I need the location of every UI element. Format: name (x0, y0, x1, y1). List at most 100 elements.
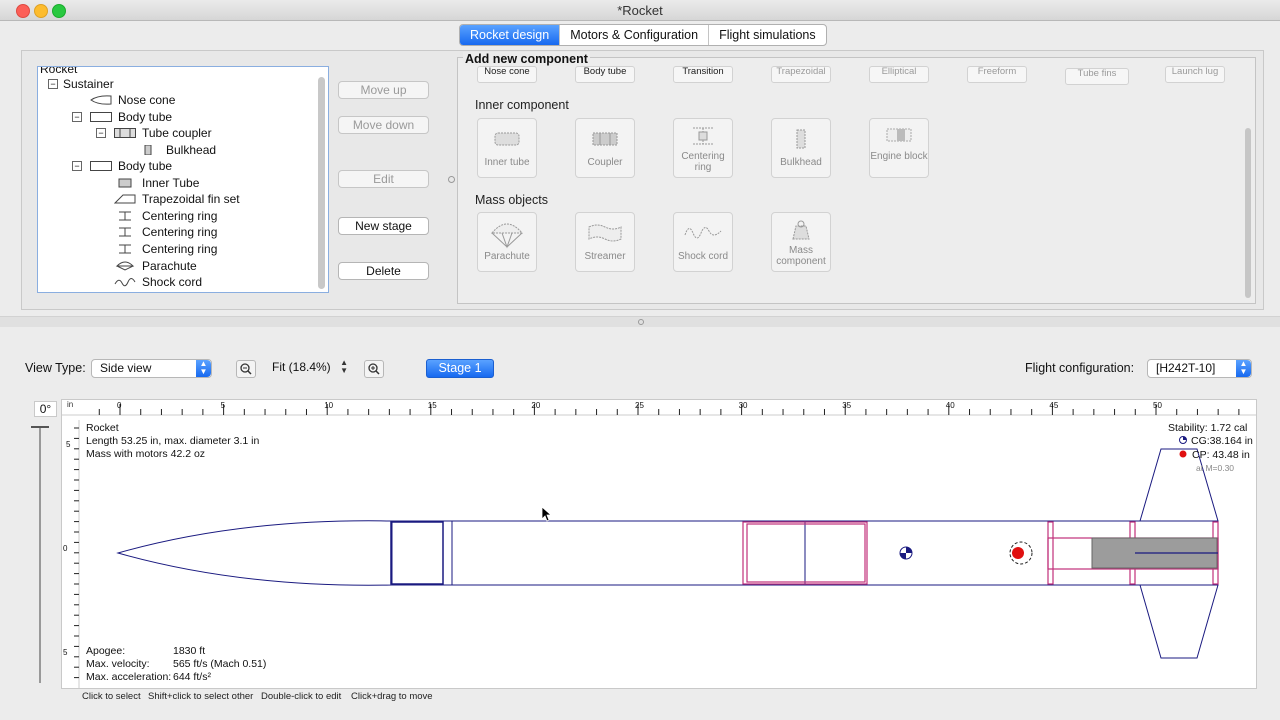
rocket-length: Length 53.25 in, max. diameter 3.1 in (86, 435, 260, 447)
edit-button[interactable]: Edit (338, 170, 429, 188)
freeform-fins-button[interactable]: Freeform (967, 66, 1027, 83)
collapse-icon[interactable]: − (72, 161, 82, 171)
tree-item-tube-coupler[interactable]: − Tube coupler (96, 125, 212, 141)
rotation-value: 0° (34, 401, 57, 417)
ruler-tick-label: 30 (738, 401, 748, 410)
tube-coupler-shape (390, 521, 444, 585)
cg-value: CG:38.164 in (1191, 435, 1253, 447)
rotation-slider-thumb[interactable] (31, 426, 49, 428)
tree-item-shock-cord[interactable]: Shock cord (114, 274, 202, 290)
inner-tube-button[interactable]: Inner tube (477, 118, 537, 178)
hint-click-select: Click to select (82, 691, 141, 702)
mass-weight-icon (792, 220, 810, 240)
tab-rocket-design[interactable]: Rocket design (460, 25, 561, 45)
ruler-unit: in (67, 400, 74, 409)
parachute-button[interactable]: Parachute (477, 212, 537, 272)
nose-cone-button[interactable]: Nose cone (477, 66, 537, 83)
delete-button[interactable]: Delete (338, 262, 429, 280)
top-ruler (62, 404, 1256, 416)
tab-motors-configuration[interactable]: Motors & Configuration (560, 25, 710, 45)
mouse-pointer-icon (541, 506, 553, 522)
component-panel-scrollbar[interactable] (1245, 128, 1251, 298)
tree-scrollbar[interactable] (318, 77, 325, 289)
tree-item-trapezoidal-fin-set[interactable]: Trapezoidal fin set (114, 191, 240, 207)
streamer-button[interactable]: Streamer (575, 212, 635, 272)
zoom-select[interactable]: Fit (18.4%) ▲ ▼ (268, 359, 348, 376)
tree-item-parachute[interactable]: Parachute (114, 258, 197, 274)
ruler-tick-label: 50 (1153, 401, 1162, 410)
centering-ring-icon (693, 127, 713, 145)
legend-icons (1179, 436, 1187, 458)
divider-handle[interactable] (448, 176, 455, 183)
ruler-tick-label: 45 (1049, 401, 1059, 410)
tree-item-nose-cone[interactable]: Nose cone (90, 92, 175, 108)
rocket-figure-canvas[interactable]: in 051015202530354045505 5 0 5 Rocket Le… (61, 399, 1257, 689)
engine-block-icon (886, 128, 912, 142)
stage-1-toggle[interactable]: Stage 1 (426, 359, 494, 378)
engine-block-button[interactable]: Engine block (869, 118, 929, 178)
tree-item-body-tube-2[interactable]: − Body tube (72, 158, 172, 174)
ruler-tick-label: 15 (427, 401, 437, 410)
ruler-ticks (98, 404, 1240, 415)
ruler-tick-label: 0 (117, 401, 122, 410)
ruler-tick-label: 20 (531, 401, 541, 410)
tree-item-sustainer[interactable]: − Sustainer (48, 76, 114, 92)
bulkhead-icon (796, 129, 806, 149)
zoom-stepper-icon[interactable]: ▲ ▼ (340, 359, 348, 375)
centering-ring-icon (119, 227, 131, 237)
window-title: *Rocket (617, 3, 663, 18)
vertical-ruler-top-label: 5 (66, 440, 71, 449)
rocket-mass: Mass with motors 42.2 oz (86, 448, 206, 460)
tree-item-centering-ring-3[interactable]: Centering ring (114, 241, 217, 257)
view-type-select[interactable]: Side view ▲ ▼ (91, 359, 212, 378)
body-tube-icon (90, 161, 112, 171)
inner-tube-icon (118, 178, 132, 188)
zoom-in-button[interactable] (364, 360, 384, 378)
ruler-tick-label: 25 (635, 401, 644, 410)
coupler-button[interactable]: Coupler (575, 118, 635, 178)
splitter-grip-icon[interactable] (638, 319, 644, 325)
tree-item-centering-ring-2[interactable]: Centering ring (114, 224, 217, 240)
tab-flight-simulations[interactable]: Flight simulations (709, 25, 826, 45)
component-tree[interactable]: Rocket − Sustainer Nose cone − Body tube… (37, 66, 329, 293)
ruler-tick-label: 35 (842, 401, 852, 410)
hint-shift-click: Shift+click to select other (148, 691, 254, 702)
nose-cone-shape (116, 520, 393, 586)
parachute-icon (115, 261, 135, 271)
cp-marker-icon (1009, 541, 1033, 565)
hint-double-click: Double-click to edit (261, 691, 342, 702)
bulkhead-button[interactable]: Bulkhead (771, 118, 831, 178)
tree-item-centering-ring-1[interactable]: Centering ring (114, 208, 217, 224)
centering-ring-button[interactable]: Centering ring (673, 118, 733, 178)
new-stage-button[interactable]: New stage (338, 217, 429, 235)
tree-item-body-tube-1[interactable]: − Body tube (72, 109, 172, 125)
inner-component-title: Inner component (475, 98, 569, 112)
select-arrows-icon: ▲ ▼ (1236, 360, 1251, 377)
zoom-out-button[interactable] (236, 360, 256, 378)
rotation-slider[interactable] (31, 418, 51, 683)
tree-item-bulkhead[interactable]: Bulkhead (138, 142, 216, 158)
shock-cord-button[interactable]: Shock cord (673, 212, 733, 272)
mach-value: at M=0.30 (1196, 463, 1235, 473)
collapse-icon[interactable]: − (48, 79, 58, 89)
move-down-button[interactable]: Move down (338, 116, 429, 134)
transition-button[interactable]: Transition (673, 66, 733, 83)
move-up-button[interactable]: Move up (338, 81, 429, 99)
collapse-icon[interactable]: − (96, 128, 106, 138)
tube-fins-button[interactable]: Tube fins (1065, 68, 1129, 85)
ruler-tick-label: 40 (945, 401, 955, 410)
shock-cord-icon (114, 278, 136, 287)
collapse-icon[interactable]: − (72, 112, 82, 122)
apogee-label: Apogee: (86, 645, 126, 657)
tube-coupler-icon (114, 128, 136, 138)
parachute-icon (490, 223, 524, 249)
coupler-inner-shape-2 (746, 523, 866, 583)
body-tube-button[interactable]: Body tube (575, 66, 635, 83)
tree-item-inner-tube[interactable]: Inner Tube (114, 175, 199, 191)
launch-lug-button[interactable]: Launch lug (1165, 66, 1225, 83)
vertical-ruler-ticks (74, 427, 79, 679)
elliptical-fins-button[interactable]: Elliptical (869, 66, 929, 83)
mass-component-button[interactable]: Mass component (771, 212, 831, 272)
trapezoidal-fins-button[interactable]: Trapezoidal (771, 66, 831, 83)
flight-configuration-select[interactable]: [H242T-10] ▲ ▼ (1147, 359, 1252, 378)
